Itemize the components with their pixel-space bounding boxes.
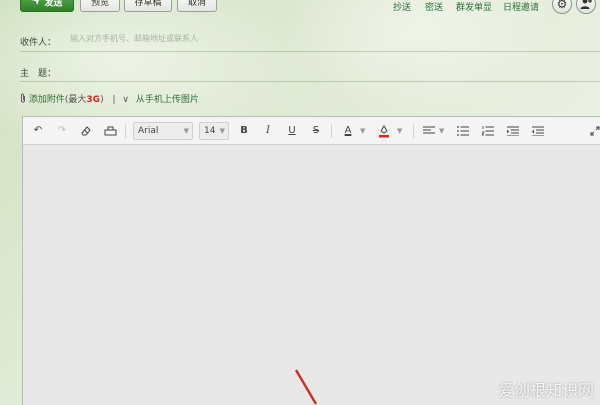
font-color-button[interactable]: A [341, 123, 355, 139]
format-painter-icon[interactable] [103, 123, 117, 139]
gear-icon[interactable]: ⚙ [552, 0, 572, 14]
chevron-down-icon: ▼ [183, 127, 189, 135]
strikethrough-button[interactable]: S [309, 123, 323, 139]
outdent-icon[interactable] [531, 123, 545, 139]
redo-icon[interactable]: ↷ [55, 123, 69, 139]
font-size-select[interactable]: 14 ▼ [199, 122, 229, 140]
preview-button[interactable]: 预览 [80, 0, 120, 12]
bold-button[interactable]: B [237, 123, 251, 139]
subject-divider [20, 81, 600, 82]
indent-icon[interactable] [506, 123, 520, 139]
bcc-link[interactable]: 密送 [425, 0, 443, 13]
subject-input[interactable] [70, 64, 600, 80]
highlight-color-icon[interactable] [377, 123, 391, 139]
italic-button[interactable]: I [261, 123, 275, 139]
chevron-down-icon[interactable]: ▼ [439, 123, 444, 139]
paperclip-icon [20, 93, 29, 105]
attachment-row: 添加附件(最大3G) | ∨ 从手机上传图片 [20, 92, 199, 105]
schedule-invite-link[interactable]: 日程邀请 [503, 0, 539, 13]
save-draft-button[interactable]: 存草稿 [124, 0, 172, 12]
recipient-divider [20, 51, 600, 52]
toolbar-divider [413, 124, 414, 138]
separate-send-link[interactable]: 群发单显 [456, 0, 492, 13]
add-attachment-link[interactable]: 添加附件 [29, 95, 65, 105]
attachment-limit-suffix: ) [100, 95, 104, 105]
add-contact-icon[interactable] [576, 0, 596, 14]
recipient-label: 收件人： [20, 38, 57, 48]
editor-toolbar: ↶ ↷ Arial ▼ 14 ▼ B I U S A ▼ ▼ ▼ [23, 117, 600, 145]
upload-from-phone-link[interactable]: 从手机上传图片 [136, 95, 199, 105]
chevron-down-icon[interactable]: ▼ [397, 123, 402, 139]
rich-text-editor: ↶ ↷ Arial ▼ 14 ▼ B I U S A ▼ ▼ ▼ [22, 116, 600, 405]
watermark: 爱创根知识网 [497, 381, 594, 400]
chevron-down-icon[interactable]: ∨ [122, 95, 129, 105]
bulleted-list-icon[interactable] [456, 123, 470, 139]
cancel-button[interactable]: 取消 [177, 0, 217, 12]
send-label: 发送 [44, 0, 63, 9]
send-button[interactable]: 发送 [20, 0, 74, 12]
numbered-list-icon[interactable] [481, 123, 495, 139]
paper-plane-icon [31, 0, 41, 11]
compose-toolbar: 发送 预览 存草稿 取消 抄送 密送 群发单显 日程邀请 ⚙ [0, 0, 600, 16]
recipient-input[interactable]: 输入对方手机号、邮箱地址或联系人 [70, 33, 600, 49]
toolbar-divider [125, 124, 126, 138]
font-family-value: Arial [138, 126, 159, 136]
attachment-limit-value: 3G [86, 95, 101, 105]
separator: | [112, 95, 116, 105]
chevron-down-icon[interactable]: ▼ [360, 123, 365, 139]
align-icon[interactable] [422, 123, 436, 139]
expand-icon[interactable] [589, 123, 600, 139]
font-size-value: 14 [204, 126, 216, 136]
red-arrow-icon [294, 369, 318, 405]
font-family-select[interactable]: Arial ▼ [133, 122, 193, 140]
undo-icon[interactable]: ↶ [31, 123, 45, 139]
chevron-down-icon: ▼ [219, 127, 225, 135]
cc-link[interactable]: 抄送 [393, 0, 411, 13]
subject-label: 主 题： [20, 69, 57, 79]
underline-button[interactable]: U [285, 123, 299, 139]
eraser-icon[interactable] [79, 123, 93, 139]
toolbar-divider [331, 124, 332, 138]
attachment-limit-prefix: (最大 [64, 95, 87, 105]
recipient-placeholder: 输入对方手机号、邮箱地址或联系人 [70, 34, 198, 43]
